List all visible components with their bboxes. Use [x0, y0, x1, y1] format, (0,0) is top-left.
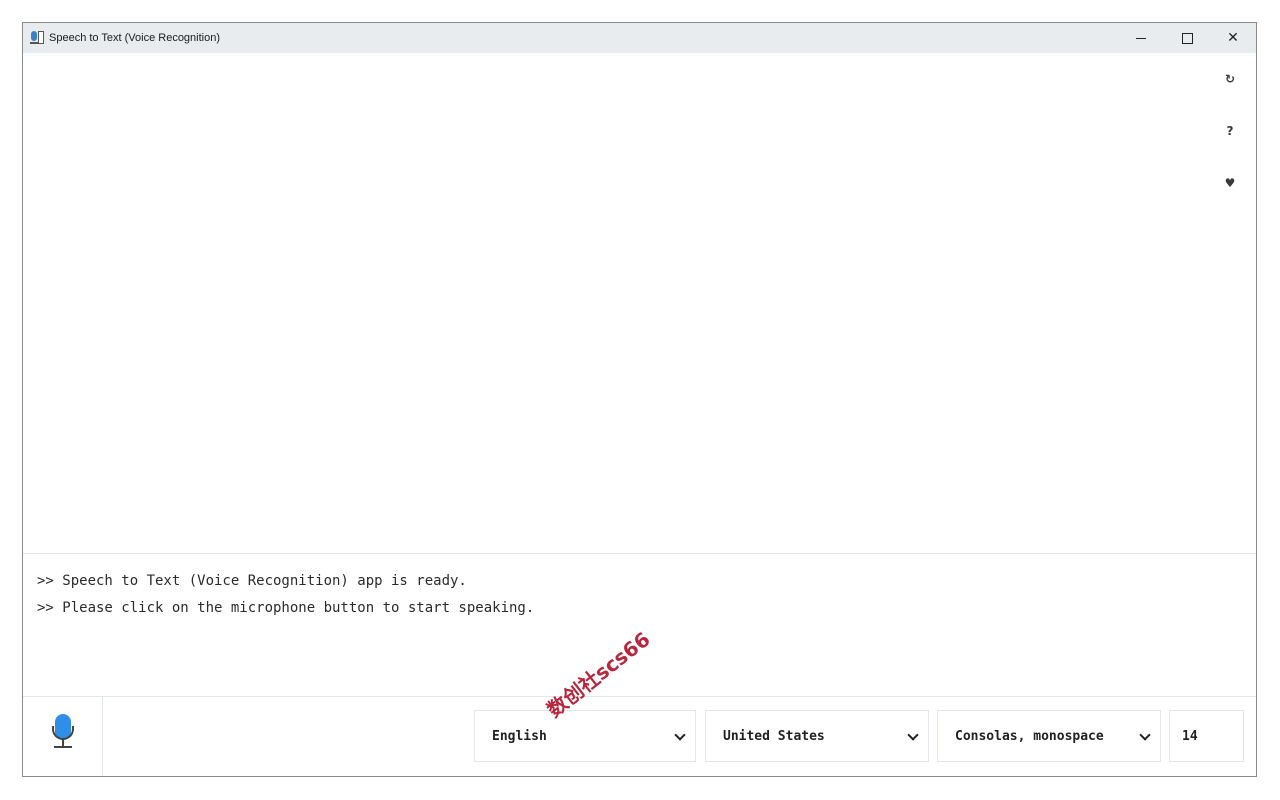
font-value: Consolas, monospace [955, 728, 1104, 744]
minimize-icon [1136, 37, 1146, 39]
refresh-icon: ↻ [1224, 72, 1236, 86]
help-icon: ? [1226, 124, 1234, 138]
chevron-down-icon [908, 731, 918, 741]
transcript-textarea[interactable] [23, 53, 1213, 553]
heart-icon: ♥ [1224, 176, 1236, 190]
font-size-input[interactable]: 14 [1169, 710, 1244, 762]
language-select[interactable]: English [474, 710, 696, 762]
region-select[interactable]: United States [705, 710, 929, 762]
region-value: United States [723, 728, 825, 744]
close-button[interactable]: ✕ [1210, 23, 1256, 53]
log-line: >> Speech to Text (Voice Recognition) ap… [37, 573, 467, 589]
title-bar[interactable]: Speech to Text (Voice Recognition) ✕ [23, 23, 1256, 53]
bottom-toolbar: English United States Consolas, monospac… [23, 696, 1256, 776]
app-icon [29, 30, 45, 46]
maximize-icon [1181, 32, 1193, 44]
microphone-button[interactable] [23, 696, 103, 776]
help-button[interactable]: ? [1220, 121, 1240, 141]
maximize-button[interactable] [1164, 23, 1210, 53]
language-value: English [492, 728, 547, 744]
app-window: Speech to Text (Voice Recognition) ✕ ↻ ?… [22, 22, 1257, 777]
chevron-down-icon [675, 731, 685, 741]
chevron-down-icon [1140, 731, 1150, 741]
log-divider [23, 553, 1256, 554]
favorite-button[interactable]: ♥ [1220, 173, 1240, 193]
close-icon: ✕ [1227, 30, 1239, 46]
window-title: Speech to Text (Voice Recognition) [49, 32, 221, 44]
status-log: >> Speech to Text (Voice Recognition) ap… [37, 568, 534, 622]
window-controls: ✕ [1118, 23, 1256, 53]
font-select[interactable]: Consolas, monospace [937, 710, 1161, 762]
refresh-button[interactable]: ↻ [1220, 69, 1240, 89]
side-toolbar: ↻ ? ♥ [1220, 69, 1240, 225]
minimize-button[interactable] [1118, 23, 1164, 53]
font-size-value: 14 [1182, 728, 1198, 744]
log-line: >> Please click on the microphone button… [37, 600, 535, 616]
